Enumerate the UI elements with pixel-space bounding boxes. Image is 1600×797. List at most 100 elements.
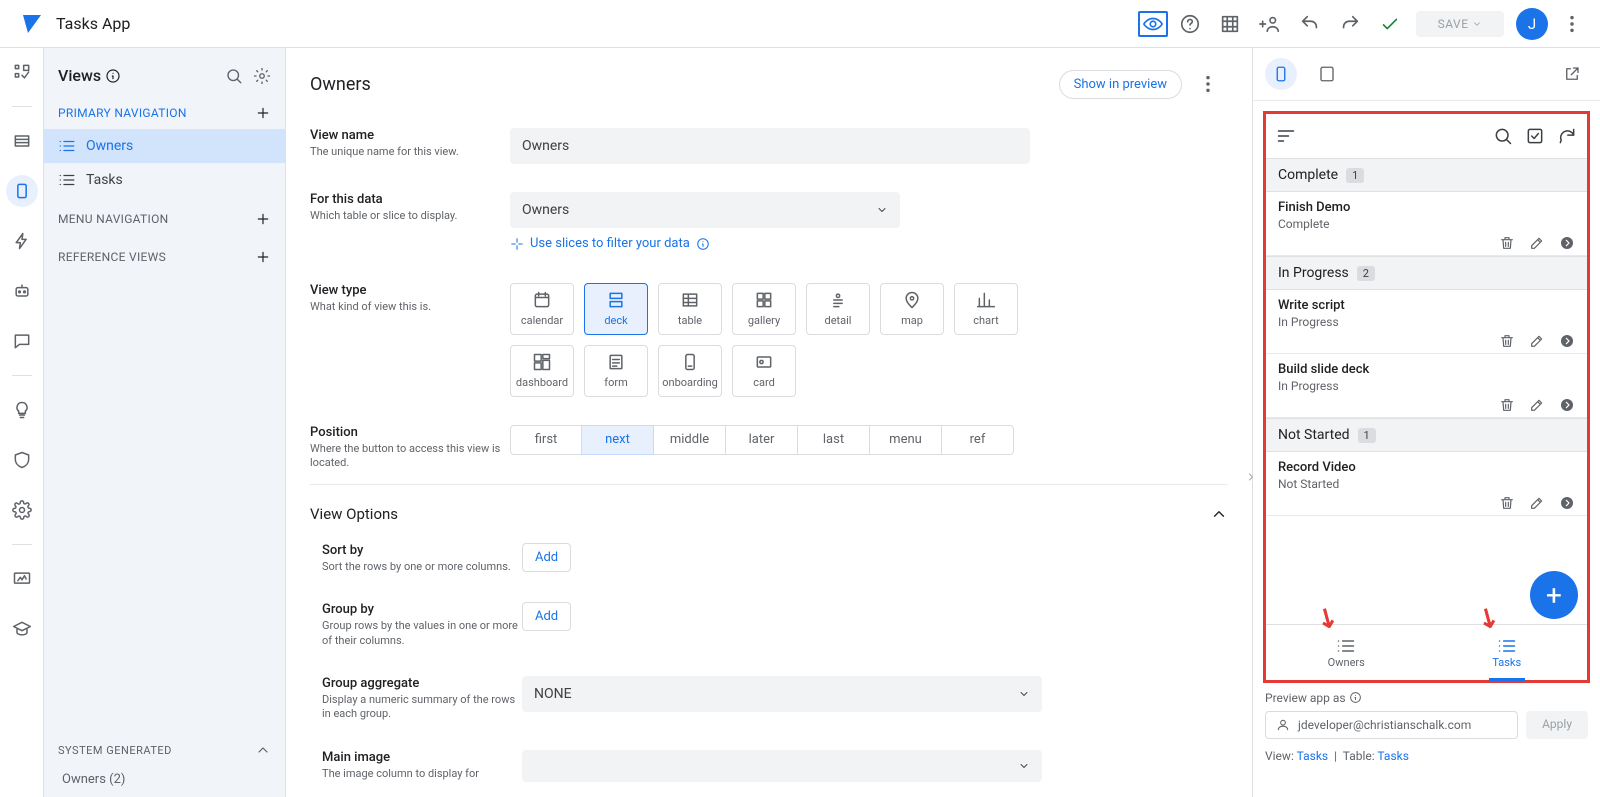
trash-icon[interactable] <box>1499 333 1515 349</box>
edit-icon[interactable] <box>1529 397 1545 413</box>
view-type-deck[interactable]: deck <box>584 283 648 335</box>
section-system-generated[interactable]: SYSTEM GENERATED <box>44 732 285 768</box>
chevron-right-circle-icon[interactable] <box>1559 397 1575 413</box>
rail-actions-icon[interactable] <box>6 225 38 257</box>
add-icon[interactable] <box>255 211 271 227</box>
redo-icon[interactable] <box>1332 6 1368 42</box>
view-type-dashboard[interactable]: dashboard <box>510 345 574 397</box>
view-type-map[interactable]: map <box>880 283 944 335</box>
rail-data-icon[interactable] <box>6 125 38 157</box>
main-image-select[interactable] <box>522 750 1042 782</box>
position-middle[interactable]: middle <box>654 425 726 455</box>
chevron-down-icon <box>876 204 888 216</box>
rail-learn-icon[interactable] <box>6 613 38 645</box>
view-item-owners[interactable]: Owners <box>44 129 285 163</box>
rail-views-icon[interactable] <box>6 175 38 207</box>
edit-icon[interactable] <box>1529 495 1545 511</box>
gear-icon[interactable] <box>253 67 271 85</box>
position-next[interactable]: next <box>582 425 654 455</box>
add-person-icon[interactable] <box>1252 6 1288 42</box>
add-icon[interactable] <box>255 105 271 121</box>
view-type-card[interactable]: card <box>732 345 796 397</box>
grid-icon[interactable] <box>1212 6 1248 42</box>
expand-handle-icon[interactable] <box>1245 468 1257 486</box>
add-icon[interactable] <box>255 249 271 265</box>
view-options-header[interactable]: View Options <box>286 485 1252 529</box>
edit-icon[interactable] <box>1529 333 1545 349</box>
undo-icon[interactable] <box>1292 6 1328 42</box>
rail-monitor-icon[interactable] <box>6 563 38 595</box>
info-icon <box>696 237 710 251</box>
chevron-right-circle-icon[interactable] <box>1559 495 1575 511</box>
trash-icon[interactable] <box>1499 235 1515 251</box>
rail-settings-icon[interactable] <box>6 494 38 526</box>
list-item[interactable]: Build slide deckIn Progress <box>1266 354 1587 418</box>
label-view-type: View type <box>310 283 510 298</box>
select-icon[interactable] <box>1525 126 1545 146</box>
position-last[interactable]: last <box>798 425 870 455</box>
phone-nav-tasks[interactable]: ↘ Tasks <box>1427 625 1588 680</box>
rail-security-icon[interactable] <box>6 444 38 476</box>
phone-frame: Complete1Finish DemoCompleteIn Progress2… <box>1263 111 1590 683</box>
rail-intel-icon[interactable] <box>6 394 38 426</box>
app-name: Tasks App <box>56 14 130 33</box>
more-vert-icon[interactable] <box>1554 6 1590 42</box>
chevron-right-circle-icon[interactable] <box>1559 235 1575 251</box>
fab-add[interactable]: + <box>1530 571 1578 619</box>
help-icon[interactable] <box>1172 6 1208 42</box>
view-type-gallery[interactable]: gallery <box>732 283 796 335</box>
view-type-detail[interactable]: detail <box>806 283 870 335</box>
status-table-link[interactable]: Tasks <box>1377 749 1409 763</box>
for-data-select[interactable]: Owners <box>510 192 900 228</box>
list-item[interactable]: Finish DemoComplete <box>1266 192 1587 256</box>
rail-chat-icon[interactable] <box>6 325 38 357</box>
view-name-input[interactable]: Owners <box>510 128 1030 164</box>
annotation-arrow: ↘ <box>1470 600 1504 637</box>
edit-icon[interactable] <box>1529 235 1545 251</box>
impersonate-input[interactable]: jdeveloper@christianschalk.com <box>1265 711 1518 739</box>
preview-tab-tablet[interactable] <box>1311 58 1343 90</box>
rail-bots-icon[interactable] <box>6 275 38 307</box>
view-item-tasks[interactable]: Tasks <box>44 163 285 197</box>
chevron-down-icon <box>1018 688 1030 700</box>
view-type-onboarding[interactable]: onboarding <box>658 345 722 397</box>
check-icon[interactable] <box>1372 6 1408 42</box>
avatar[interactable]: J <box>1516 8 1548 40</box>
show-in-preview-button[interactable]: Show in preview <box>1059 70 1182 99</box>
refresh-icon[interactable] <box>1557 126 1577 146</box>
position-menu[interactable]: menu <box>870 425 942 455</box>
apply-button[interactable]: Apply <box>1526 711 1588 739</box>
sysgen-item[interactable]: Owners (2) <box>44 768 285 797</box>
view-type-table[interactable]: table <box>658 283 722 335</box>
group-by-add-button[interactable]: Add <box>522 602 571 631</box>
info-icon <box>1349 691 1362 704</box>
views-panel-title: Views <box>58 66 101 85</box>
list-item[interactable]: Write scriptIn Progress <box>1266 290 1587 354</box>
position-ref[interactable]: ref <box>942 425 1014 455</box>
group-agg-select[interactable]: NONE <box>522 676 1042 712</box>
position-first[interactable]: first <box>510 425 582 455</box>
open-external-icon[interactable] <box>1556 58 1588 90</box>
view-type-chart[interactable]: chart <box>954 283 1018 335</box>
more-vert-icon[interactable] <box>1190 66 1226 102</box>
slices-hint-link[interactable]: Use slices to filter your data <box>510 236 710 251</box>
status-view-link[interactable]: Tasks <box>1297 749 1329 763</box>
rail-home-icon[interactable] <box>6 56 38 88</box>
list-item[interactable]: Record VideoNot Started <box>1266 452 1587 516</box>
info-icon[interactable] <box>105 68 121 84</box>
trash-icon[interactable] <box>1499 495 1515 511</box>
search-icon[interactable] <box>225 67 243 85</box>
view-item-label: Tasks <box>86 172 123 188</box>
phone-nav-owners[interactable]: ↘ Owners <box>1266 625 1427 680</box>
view-type-form[interactable]: form <box>584 345 648 397</box>
search-icon[interactable] <box>1493 126 1513 146</box>
trash-icon[interactable] <box>1499 397 1515 413</box>
view-type-calendar[interactable]: calendar <box>510 283 574 335</box>
sort-icon[interactable] <box>1276 126 1296 146</box>
label-position: Position <box>310 425 510 440</box>
position-later[interactable]: later <box>726 425 798 455</box>
chevron-right-circle-icon[interactable] <box>1559 333 1575 349</box>
sort-by-add-button[interactable]: Add <box>522 543 571 572</box>
preview-toggle-icon[interactable] <box>1138 11 1168 37</box>
preview-tab-mobile[interactable] <box>1265 58 1297 90</box>
